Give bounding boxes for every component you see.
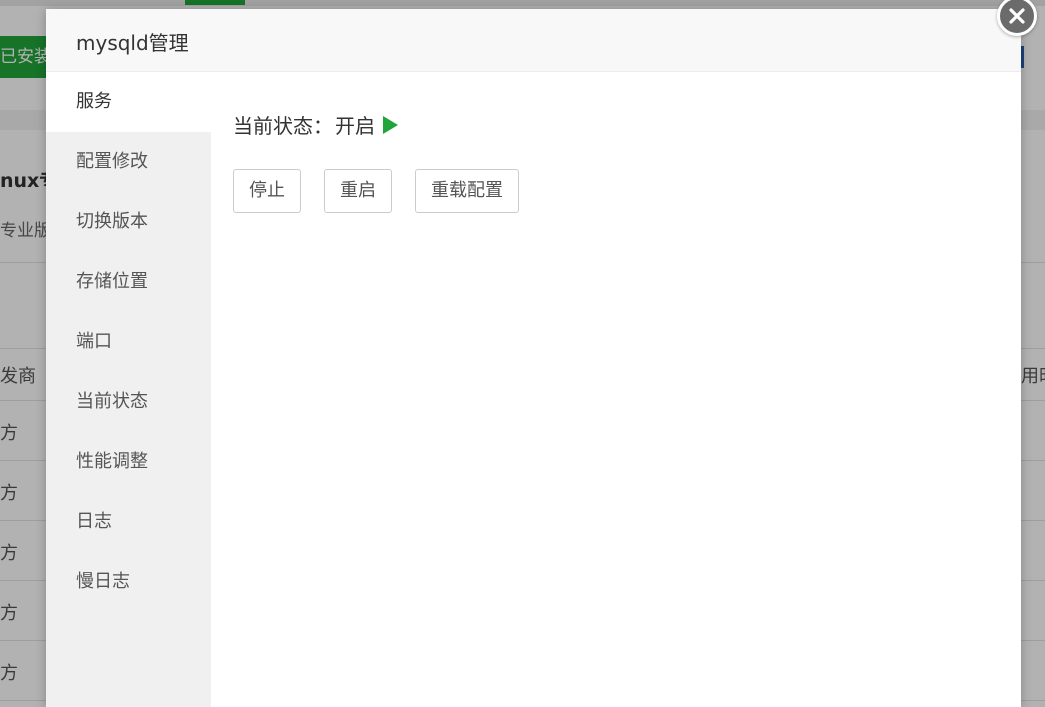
dialog-title: mysqld管理 xyxy=(76,31,189,55)
sidebar-item-config-edit[interactable]: 配置修改 xyxy=(46,132,211,192)
sidebar-item-current-status[interactable]: 当前状态 xyxy=(46,372,211,432)
sidebar-item-log[interactable]: 日志 xyxy=(46,492,211,552)
status-value: 开启 xyxy=(335,114,375,138)
sidebar-item-port[interactable]: 端口 xyxy=(46,312,211,372)
sidebar-item-storage-location[interactable]: 存储位置 xyxy=(46,252,211,312)
dialog-sidebar: 服务 配置修改 切换版本 存储位置 端口 当前状态 性能调整 日志 慢日志 xyxy=(46,72,211,707)
mysqld-manager-dialog: mysqld管理 服务 配置修改 切换版本 存储位置 端口 当前状态 性能调整 … xyxy=(46,9,1021,707)
close-icon xyxy=(1009,8,1025,24)
reload-config-button[interactable]: 重载配置 xyxy=(415,169,519,213)
sidebar-item-service[interactable]: 服务 xyxy=(46,72,211,132)
sidebar-item-switch-version[interactable]: 切换版本 xyxy=(46,192,211,252)
sidebar-item-performance-tuning[interactable]: 性能调整 xyxy=(46,432,211,492)
restart-button[interactable]: 重启 xyxy=(324,169,392,213)
dialog-header: mysqld管理 xyxy=(46,9,1021,72)
status-label: 当前状态： xyxy=(233,114,333,138)
stop-button[interactable]: 停止 xyxy=(233,169,301,213)
service-status-row: 当前状态： 开启 xyxy=(233,110,398,139)
play-icon xyxy=(383,115,398,134)
service-action-buttons: 停止 重启 重载配置 xyxy=(233,169,542,213)
service-panel: 当前状态： 开启 停止 重启 重载配置 xyxy=(233,72,1021,707)
sidebar-item-slow-log[interactable]: 慢日志 xyxy=(46,552,211,612)
